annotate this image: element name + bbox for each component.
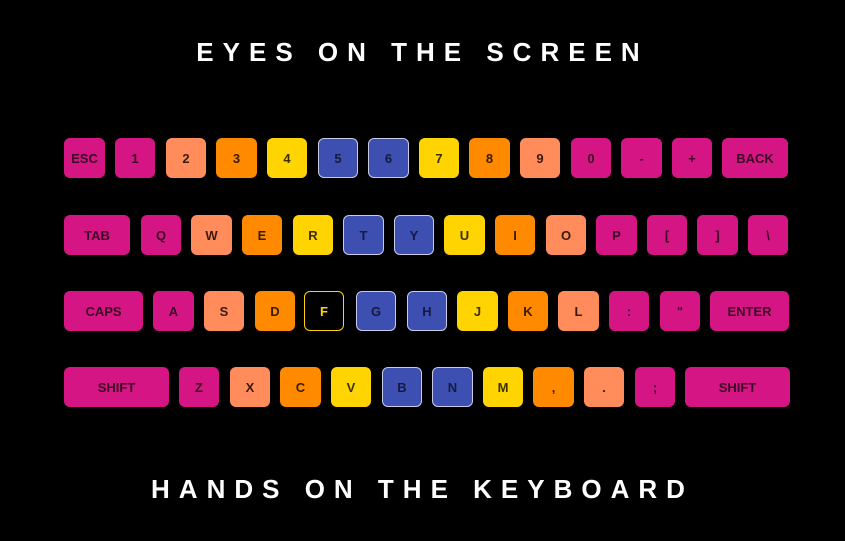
key-caps[interactable]: CAPS [64,291,143,331]
key-t[interactable]: T [343,215,384,255]
key-4[interactable]: 4 [267,138,307,178]
key-x[interactable]: X [230,367,270,407]
key-d[interactable]: D [255,291,295,331]
keyboard: ESC 1 2 3 4 5 6 7 8 9 0- + BACK TAB Q W E R T Y U I O P[] \ CAPS A… [0,0,845,541]
key-3[interactable]: 3 [216,138,257,178]
key-z[interactable]: Z [179,367,219,407]
key-l[interactable]: L [558,291,599,331]
key-open-bracket[interactable]: [ [647,215,687,255]
key-q[interactable]: Q [141,215,181,255]
key-v[interactable]: V [331,367,371,407]
key-close-bracket[interactable]: ] [697,215,738,255]
key-1[interactable]: 1 [115,138,155,178]
key-w[interactable]: W [191,215,232,255]
key-colon[interactable]: : [609,291,649,331]
key-plus[interactable]: + [672,138,712,178]
key-period[interactable]: . [584,367,624,407]
key-8[interactable]: 8 [469,138,510,178]
key-6[interactable]: 6 [368,138,409,178]
key-esc[interactable]: ESC [64,138,105,178]
key-o[interactable]: O [546,215,586,255]
heading-hands-on-keyboard: HANDS ON THE KEYBOARD [151,474,694,504]
key-shift-right[interactable]: SHIFT [685,367,790,407]
key-g[interactable]: G [356,291,396,331]
key-5[interactable]: 5 [318,138,358,178]
key-y[interactable]: Y [394,215,434,255]
key-tab[interactable]: TAB [64,215,130,255]
key-comma[interactable]: , [533,367,574,407]
key-k[interactable]: K [508,291,548,331]
key-enter[interactable]: ENTER [710,291,789,331]
key-0[interactable]: 0 [571,138,611,178]
key-backslash[interactable]: \ [748,215,788,255]
key-s[interactable]: S [204,291,244,331]
key-semicolon[interactable]: ; [635,367,675,407]
key-7[interactable]: 7 [419,138,459,178]
key-m[interactable]: M [483,367,523,407]
key-c[interactable]: C [280,367,321,407]
key-minus[interactable]: - [621,138,662,178]
key-i[interactable]: I [495,215,535,255]
key-p[interactable]: P [596,215,637,255]
key-n[interactable]: N [432,367,473,407]
key-2[interactable]: 2 [166,138,206,178]
key-u[interactable]: U [444,215,485,255]
key-9[interactable]: 9 [520,138,560,178]
key-shift-left[interactable]: SHIFT [64,367,169,407]
key-f[interactable]: F [304,291,344,331]
key-h[interactable]: H [407,291,447,331]
key-e[interactable]: E [242,215,282,255]
key-b[interactable]: B [382,367,422,407]
key-j[interactable]: J [457,291,498,331]
key-a[interactable]: A [153,291,194,331]
key-back[interactable]: BACK [722,138,788,178]
key-quote[interactable]: " [660,291,700,331]
key-r[interactable]: R [293,215,333,255]
